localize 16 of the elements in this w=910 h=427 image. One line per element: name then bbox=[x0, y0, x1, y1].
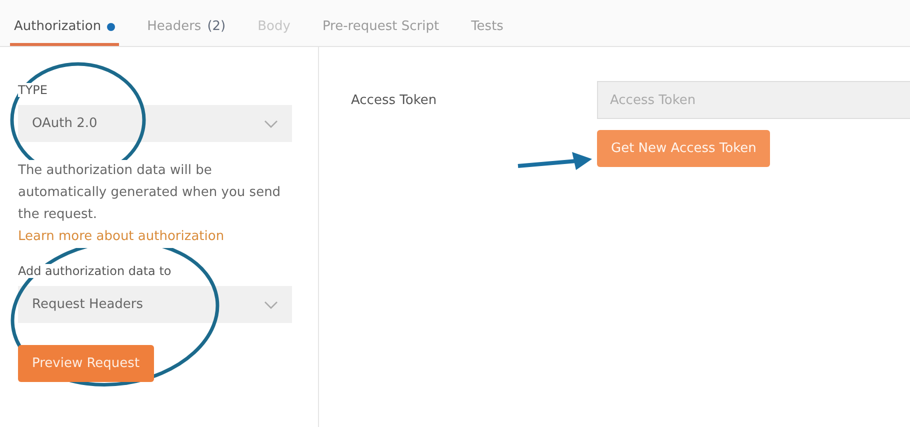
get-new-access-token-button[interactable]: Get New Access Token bbox=[597, 130, 770, 167]
field-label: Add authorization data to bbox=[18, 264, 172, 278]
tab[interactable]: Tests bbox=[467, 19, 508, 46]
type-dropdown[interactable]: OAuth 2.0 bbox=[18, 105, 292, 142]
add-to-dropdown[interactable]: Request Headers bbox=[18, 286, 292, 323]
preview-request-button[interactable]: Preview Request bbox=[18, 345, 154, 382]
field-label: TYPE bbox=[18, 83, 48, 97]
tab[interactable]: Authorization bbox=[10, 19, 120, 46]
access-token-field[interactable]: Access Token bbox=[597, 81, 910, 119]
chevron-down-icon bbox=[264, 300, 278, 308]
arrow-icon bbox=[518, 152, 592, 170]
tab[interactable]: Headers (2) bbox=[143, 19, 230, 46]
tab[interactable]: Pre-request Script bbox=[318, 19, 444, 46]
field-label: Access Token bbox=[351, 92, 438, 108]
learn-more-link[interactable]: Learn more about authorization bbox=[18, 229, 224, 244]
chevron-down-icon bbox=[264, 120, 278, 128]
